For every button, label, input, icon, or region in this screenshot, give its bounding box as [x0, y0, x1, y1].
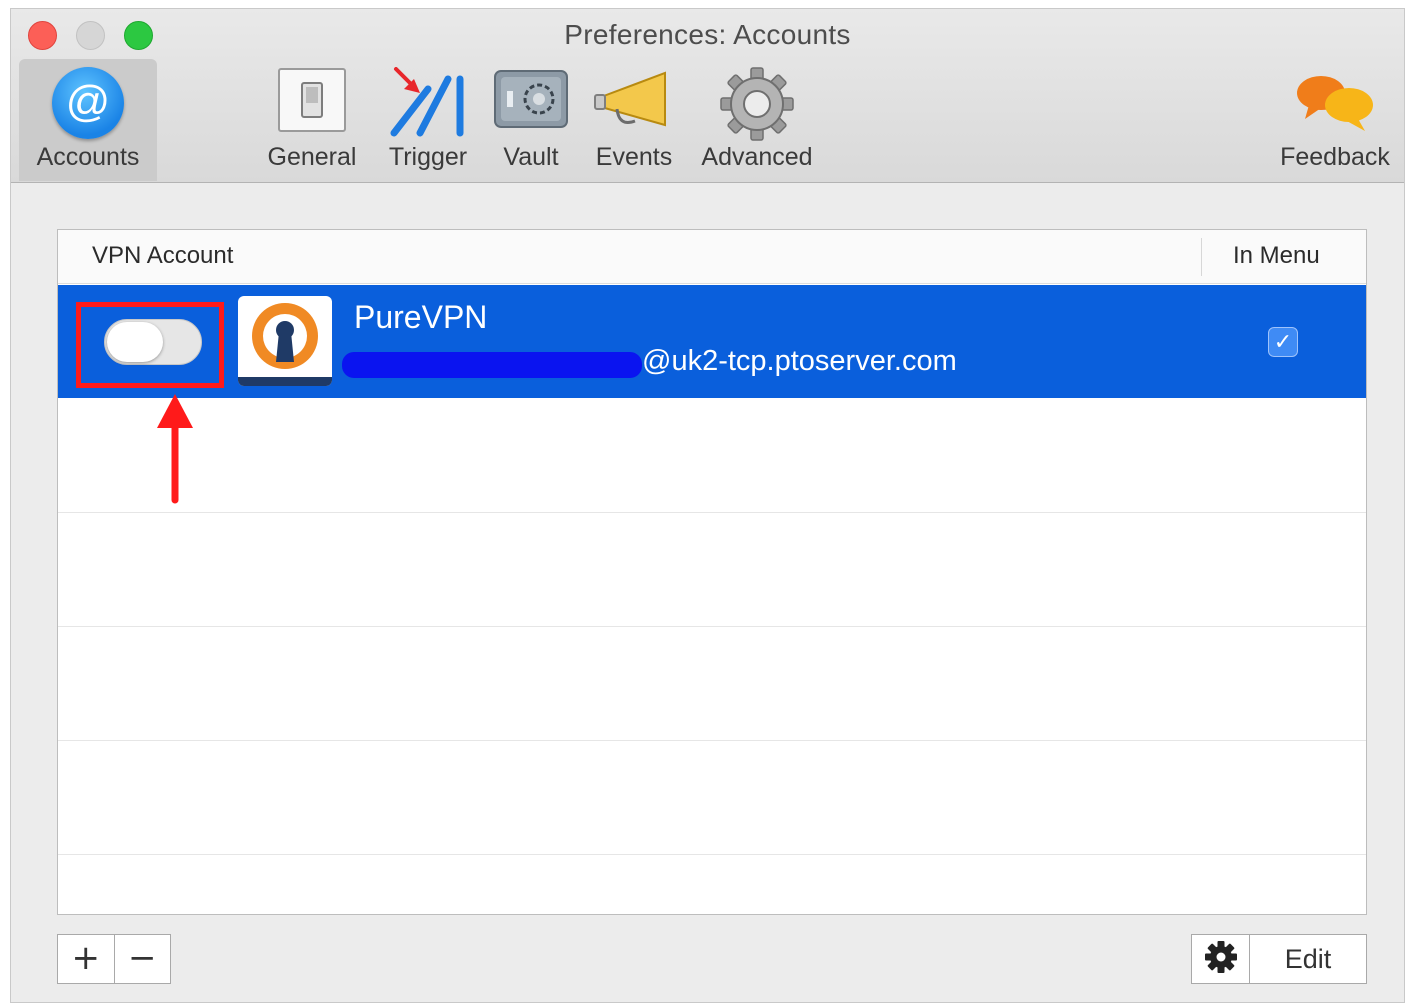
column-divider: [1201, 238, 1202, 276]
chat-bubbles-icon: [1295, 71, 1375, 138]
column-header-vpn-account[interactable]: VPN Account: [92, 242, 233, 270]
switch-icon: [277, 67, 347, 138]
vpn-accounts-table: VPN Account In Menu PureVPN @uk2-tcp.pto: [57, 229, 1367, 915]
gear-icon: [1204, 940, 1238, 979]
toolbar-vault-label: Vault: [503, 143, 559, 171]
preferences-window: Preferences: Accounts @ Accounts General: [10, 8, 1405, 1003]
table-header: VPN Account In Menu: [58, 230, 1366, 284]
toolbar-advanced-label: Advanced: [701, 143, 813, 171]
toolbar-feedback-label: Feedback: [1280, 143, 1390, 171]
gear-edit-control: Edit: [1191, 934, 1367, 984]
trigger-icon: [386, 67, 470, 144]
toolbar-general-label: General: [267, 143, 357, 171]
row-divider: [58, 854, 1366, 855]
row-divider: [58, 626, 1366, 627]
toolbar-accounts[interactable]: @ Accounts: [19, 59, 157, 181]
in-menu-checkbox[interactable]: ✓: [1268, 327, 1298, 357]
annotation-arrow: [151, 394, 199, 509]
toolbar-general[interactable]: General: [259, 59, 365, 181]
add-account-button[interactable]: +: [58, 935, 114, 983]
add-remove-segmented-control: + −: [57, 934, 171, 984]
toolbar-events-label: Events: [595, 143, 673, 171]
edit-button[interactable]: Edit: [1250, 935, 1366, 983]
toolbar-vault[interactable]: Vault: [487, 59, 575, 181]
column-header-in-menu[interactable]: In Menu: [1233, 242, 1320, 270]
megaphone-icon: [593, 67, 675, 138]
annotation-highlight-box: [76, 302, 224, 388]
row-divider: [58, 512, 1366, 513]
toolbar-advanced[interactable]: Advanced: [691, 59, 823, 181]
window-title: Preferences: Accounts: [564, 19, 851, 50]
toolbar-trigger[interactable]: Trigger: [381, 59, 475, 181]
redacted-username: [342, 352, 642, 378]
toolbar-accounts-label: Accounts: [36, 143, 140, 171]
action-gear-button[interactable]: [1192, 935, 1250, 983]
at-sign-icon: @: [52, 67, 124, 139]
titlebar: Preferences: Accounts @ Accounts General: [11, 9, 1404, 183]
toolbar-events[interactable]: Events: [587, 59, 681, 181]
toolbar-feedback[interactable]: Feedback: [1269, 59, 1401, 181]
gear-icon: [717, 67, 797, 146]
row-divider: [58, 740, 1366, 741]
openvpn-icon: [238, 296, 332, 386]
account-server: @uk2-tcp.ptoserver.com: [642, 345, 957, 377]
remove-account-button[interactable]: −: [113, 935, 171, 983]
account-name: PureVPN: [354, 299, 488, 335]
toolbar-trigger-label: Trigger: [388, 143, 468, 171]
table-row[interactable]: PureVPN @uk2-tcp.ptoserver.com ✓: [58, 285, 1366, 398]
vault-icon: [493, 67, 569, 136]
